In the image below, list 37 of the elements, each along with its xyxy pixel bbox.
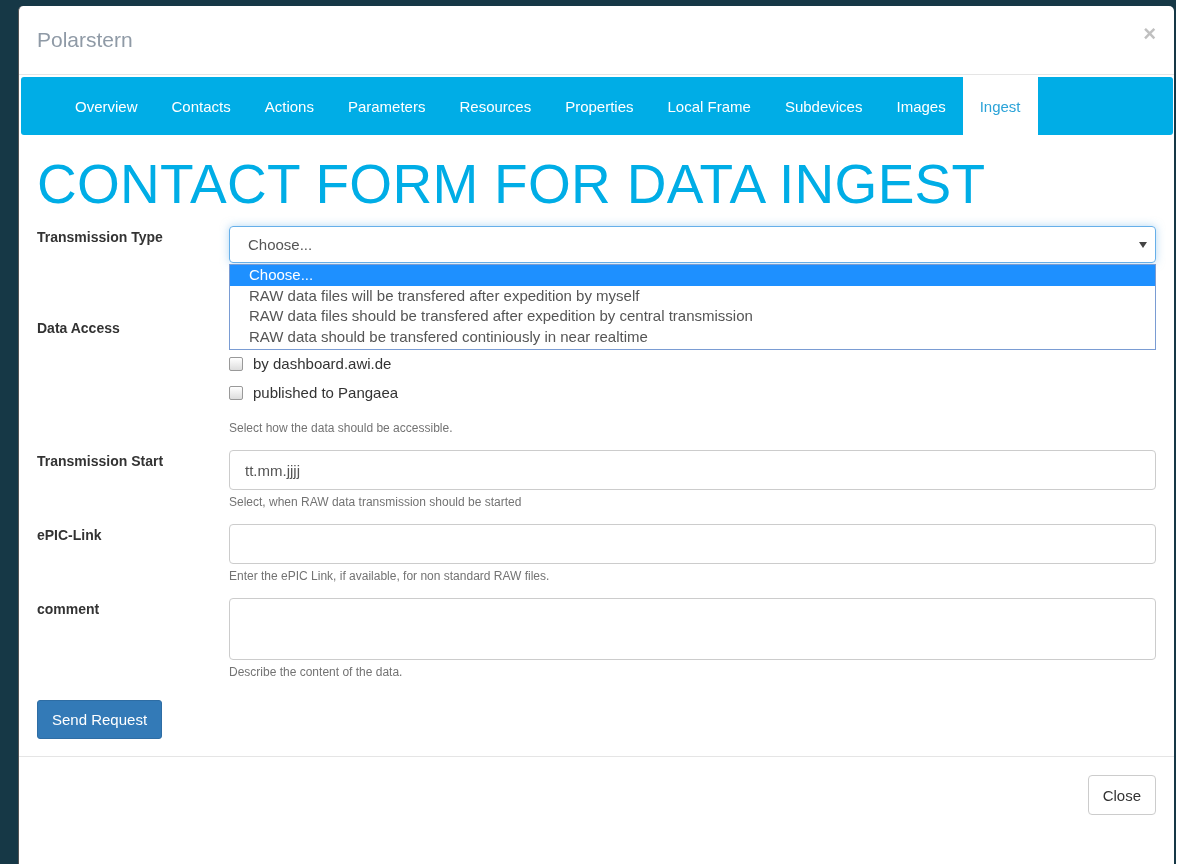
- field-label: comment: [37, 600, 101, 619]
- window-title: Polarstern: [37, 28, 133, 52]
- field-label: Transmission Start: [37, 452, 165, 471]
- comment-field[interactable]: [229, 598, 1156, 660]
- tab[interactable]: Contacts: [154, 77, 248, 135]
- dropdown-option[interactable]: RAW data should be transfered continiously in near realtime: [230, 326, 1155, 347]
- close-dialog-button[interactable]: Close: [1087, 775, 1156, 815]
- input-field[interactable]: tt.mm.jjjj: [229, 450, 1156, 490]
- dropdown-option[interactable]: RAW data files should be transfered after expedition by central transmission: [230, 306, 1155, 327]
- tab[interactable]: Subdevices: [767, 77, 880, 135]
- checkbox[interactable]: [229, 356, 243, 371]
- tab[interactable]: Images: [879, 77, 963, 135]
- select-field[interactable]: Choose...: [229, 226, 1156, 263]
- caret-icon: [1139, 241, 1147, 248]
- field-label: ePIC-Link: [37, 526, 103, 545]
- tab[interactable]: Properties: [548, 77, 651, 135]
- help-text: Select how the data should be accessible.: [229, 421, 454, 435]
- checkbox[interactable]: [229, 385, 243, 400]
- tab[interactable]: Actions: [247, 77, 331, 135]
- checkbox-label: published to Pangaea: [253, 384, 399, 401]
- tab[interactable]: Ingest: [962, 77, 1038, 135]
- tab[interactable]: Parameters: [330, 77, 443, 135]
- field-label: Data Access: [37, 319, 121, 338]
- checkbox-label: by dashboard.awi.de: [253, 355, 392, 372]
- close-button[interactable]: ×: [1143, 23, 1156, 45]
- field-label: Transmission Type: [37, 228, 164, 247]
- dropdown-option[interactable]: Choose...: [230, 265, 1155, 286]
- help-text: Describe the content of the data.: [229, 665, 404, 679]
- dropdown-option[interactable]: RAW data files will be transfered after expedition by myself: [230, 285, 1155, 306]
- send-request-button[interactable]: Send Request: [37, 700, 163, 739]
- tab[interactable]: Overview: [58, 77, 155, 135]
- tab[interactable]: Resources: [442, 77, 549, 135]
- form-heading: CONTACT FORM FOR DATA INGEST: [37, 157, 987, 212]
- help-text: Enter the ePIC Link, if available, for non standard RAW files.: [229, 569, 551, 583]
- tab[interactable]: Local Frame: [650, 77, 768, 135]
- input-field[interactable]: [229, 524, 1156, 564]
- help-text: Select, when RAW data transmission should be started: [229, 495, 523, 509]
